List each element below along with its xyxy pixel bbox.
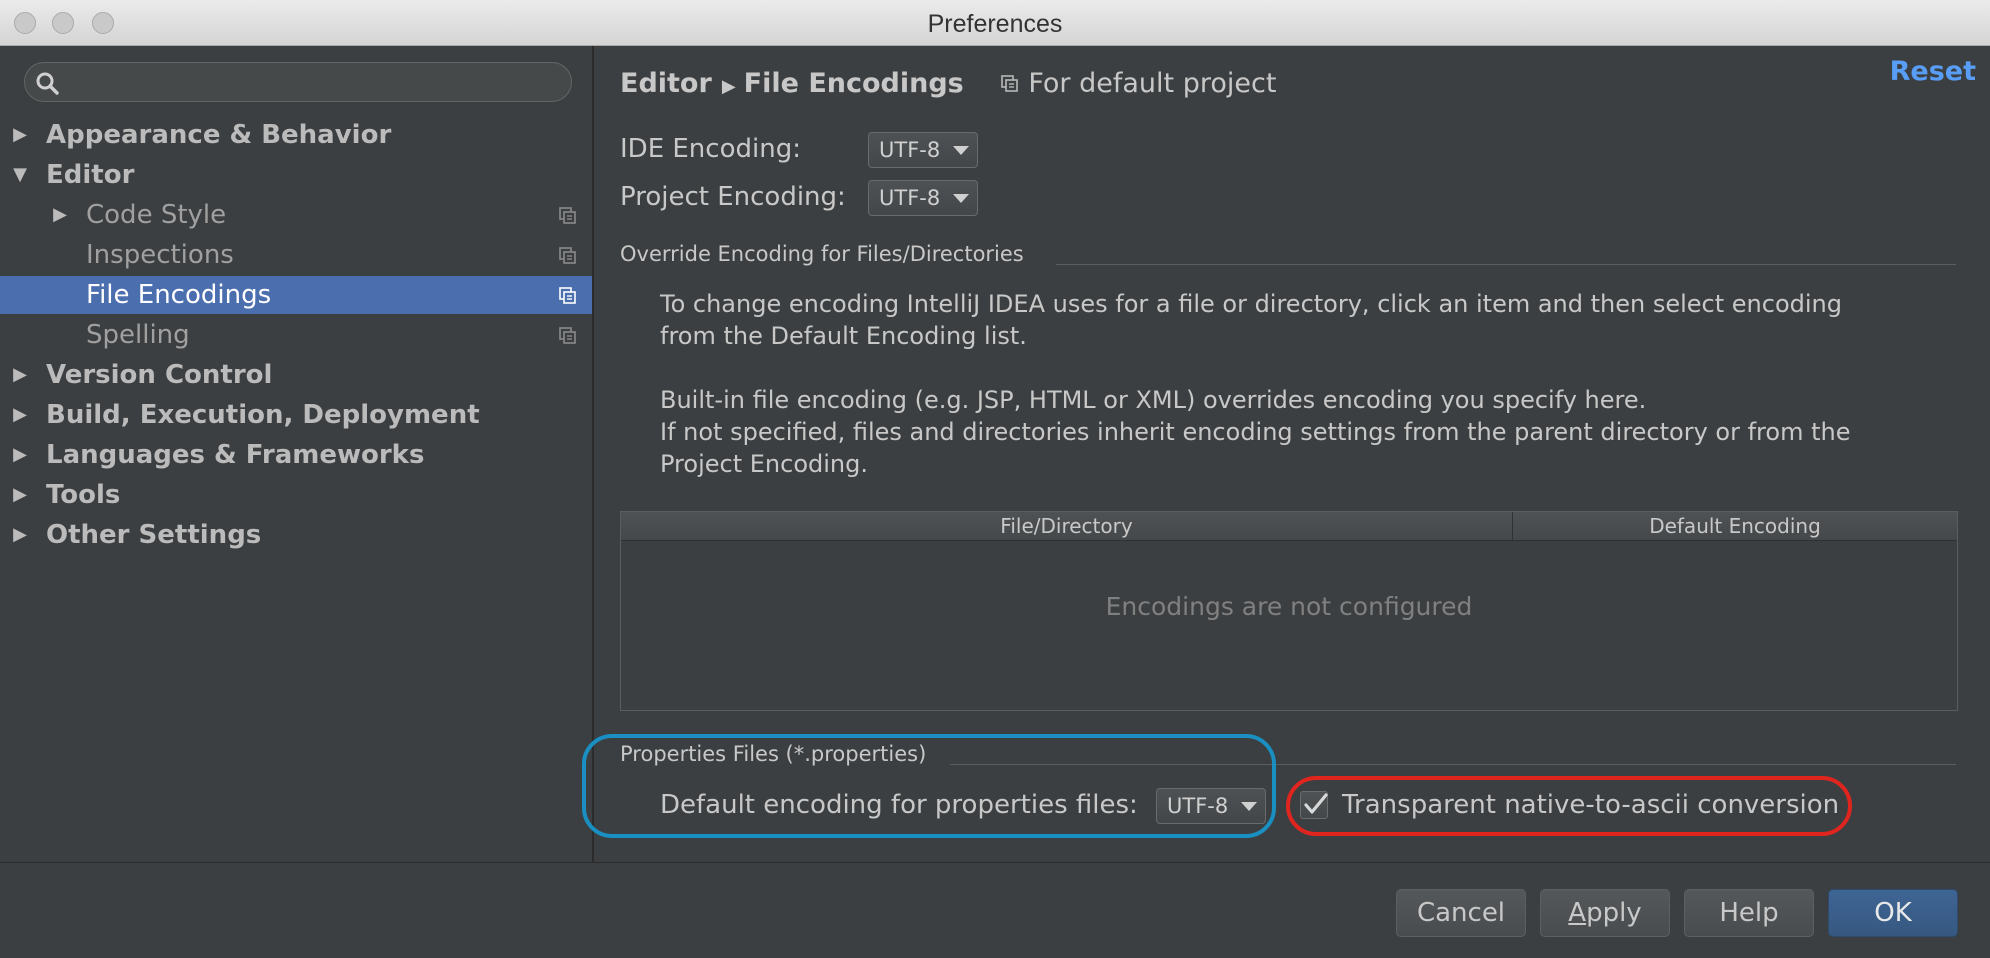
override-info-line-4: If not specified, files and directories … [660, 418, 1851, 446]
sidebar-item-label: Spelling [86, 320, 190, 350]
breadcrumb: Editor ▶ File Encodings For default projec… [620, 64, 1276, 104]
sidebar-item-label: Languages & Frameworks [46, 440, 425, 470]
table-header: File/Directory Default Encoding [621, 512, 1957, 541]
project-scope-icon [559, 207, 576, 224]
table-empty-text: Encodings are not configured [1105, 592, 1473, 621]
search-field[interactable] [24, 62, 572, 102]
expand-arrow-icon[interactable]: ▶ [10, 476, 30, 514]
breadcrumb-editor[interactable]: Editor [620, 68, 712, 99]
sidebar-item-label: Tools [46, 480, 121, 510]
sidebar-item-file-encodings[interactable]: File Encodings [0, 276, 592, 314]
sidebar-item-inspections[interactable]: Inspections [0, 236, 592, 274]
blue-highlight-annotation [582, 734, 1276, 838]
ide-encoding-value: UTF-8 [879, 138, 941, 162]
project-scope-icon [559, 327, 576, 344]
sidebar-item-version-control[interactable]: ▶ Version Control [0, 356, 592, 394]
settings-content: Editor ▶ File Encodings For default projec… [582, 46, 1990, 862]
window-title: Preferences [927, 10, 1063, 38]
sidebar-item-label: Editor [46, 160, 135, 190]
sidebar-item-label: Inspections [86, 240, 234, 270]
override-info-line-1: To change encoding IntelliJ IDEA uses fo… [660, 290, 1842, 318]
ok-button[interactable]: OK [1828, 889, 1958, 937]
settings-sidebar: ▶ Appearance & Behavior ▼ Editor ▶ Code … [0, 46, 594, 862]
apply-label: pply [1586, 898, 1642, 928]
sidebar-item-editor[interactable]: ▼ Editor [0, 156, 592, 194]
sidebar-item-label: Appearance & Behavior [46, 120, 392, 150]
search-icon [36, 72, 59, 95]
apply-mnemonic: A [1568, 898, 1587, 928]
chevron-down-icon [953, 146, 969, 155]
chevron-down-icon [953, 194, 969, 203]
sidebar-item-label: Code Style [86, 200, 227, 230]
sidebar-item-label: File Encodings [86, 280, 272, 310]
expand-arrow-icon[interactable]: ▶ [10, 116, 30, 154]
expand-arrow-icon[interactable]: ▶ [50, 196, 70, 234]
override-info-line-2: from the Default Encoding list. [660, 322, 1027, 350]
cancel-button[interactable]: Cancel [1396, 889, 1526, 937]
project-encoding-value: UTF-8 [879, 186, 941, 210]
project-encoding-select[interactable]: UTF-8 [868, 180, 978, 216]
encodings-table[interactable]: File/Directory Default Encoding Encoding… [620, 511, 1958, 711]
column-header-file-directory[interactable]: File/Directory [621, 512, 1513, 540]
expand-arrow-icon[interactable]: ▶ [10, 396, 30, 434]
project-encoding-label: Project Encoding: [620, 182, 846, 212]
scope-label: For default project [1028, 68, 1277, 99]
breadcrumb-separator-icon: ▶ [721, 76, 736, 97]
project-scope-icon [1001, 75, 1019, 92]
sidebar-item-spelling[interactable]: Spelling [0, 316, 592, 354]
override-group-title: Override Encoding for Files/Directories [620, 242, 1024, 266]
sidebar-item-other-settings[interactable]: ▶ Other Settings [0, 516, 592, 554]
expand-arrow-icon[interactable]: ▶ [10, 516, 30, 554]
collapse-arrow-icon[interactable]: ▼ [10, 156, 30, 194]
expand-arrow-icon[interactable]: ▶ [10, 436, 30, 474]
apply-button[interactable]: Apply [1540, 889, 1670, 937]
project-scope-icon [559, 247, 576, 264]
expand-arrow-icon[interactable]: ▶ [10, 356, 30, 394]
reset-link[interactable]: Reset [1890, 56, 1976, 87]
title-bar: Preferences [0, 0, 1990, 46]
search-input[interactable] [69, 67, 563, 99]
override-info-line-5: Project Encoding. [660, 450, 868, 478]
override-group-divider [1056, 264, 1956, 265]
breadcrumb-file-encodings: File Encodings [743, 68, 964, 99]
dialog-footer: Cancel Apply Help OK [0, 863, 1990, 958]
column-header-default-encoding[interactable]: Default Encoding [1513, 512, 1957, 540]
sidebar-item-label: Version Control [46, 360, 273, 390]
sidebar-item-appearance-behavior[interactable]: ▶ Appearance & Behavior [0, 116, 592, 154]
sidebar-item-code-style[interactable]: ▶ Code Style [0, 196, 592, 234]
red-highlight-annotation [1286, 776, 1852, 836]
help-button[interactable]: Help [1684, 889, 1814, 937]
sidebar-item-label: Build, Execution, Deployment [46, 400, 480, 430]
sidebar-item-tools[interactable]: ▶ Tools [0, 476, 592, 514]
sidebar-item-label: Other Settings [46, 520, 262, 550]
sidebar-item-build-execution-deployment[interactable]: ▶ Build, Execution, Deployment [0, 396, 592, 434]
override-info-line-3: Built-in file encoding (e.g. JSP, HTML o… [660, 386, 1647, 414]
sidebar-item-languages-frameworks[interactable]: ▶ Languages & Frameworks [0, 436, 592, 474]
project-scope-icon [559, 287, 576, 304]
ide-encoding-label: IDE Encoding: [620, 134, 801, 164]
ide-encoding-select[interactable]: UTF-8 [868, 132, 978, 168]
